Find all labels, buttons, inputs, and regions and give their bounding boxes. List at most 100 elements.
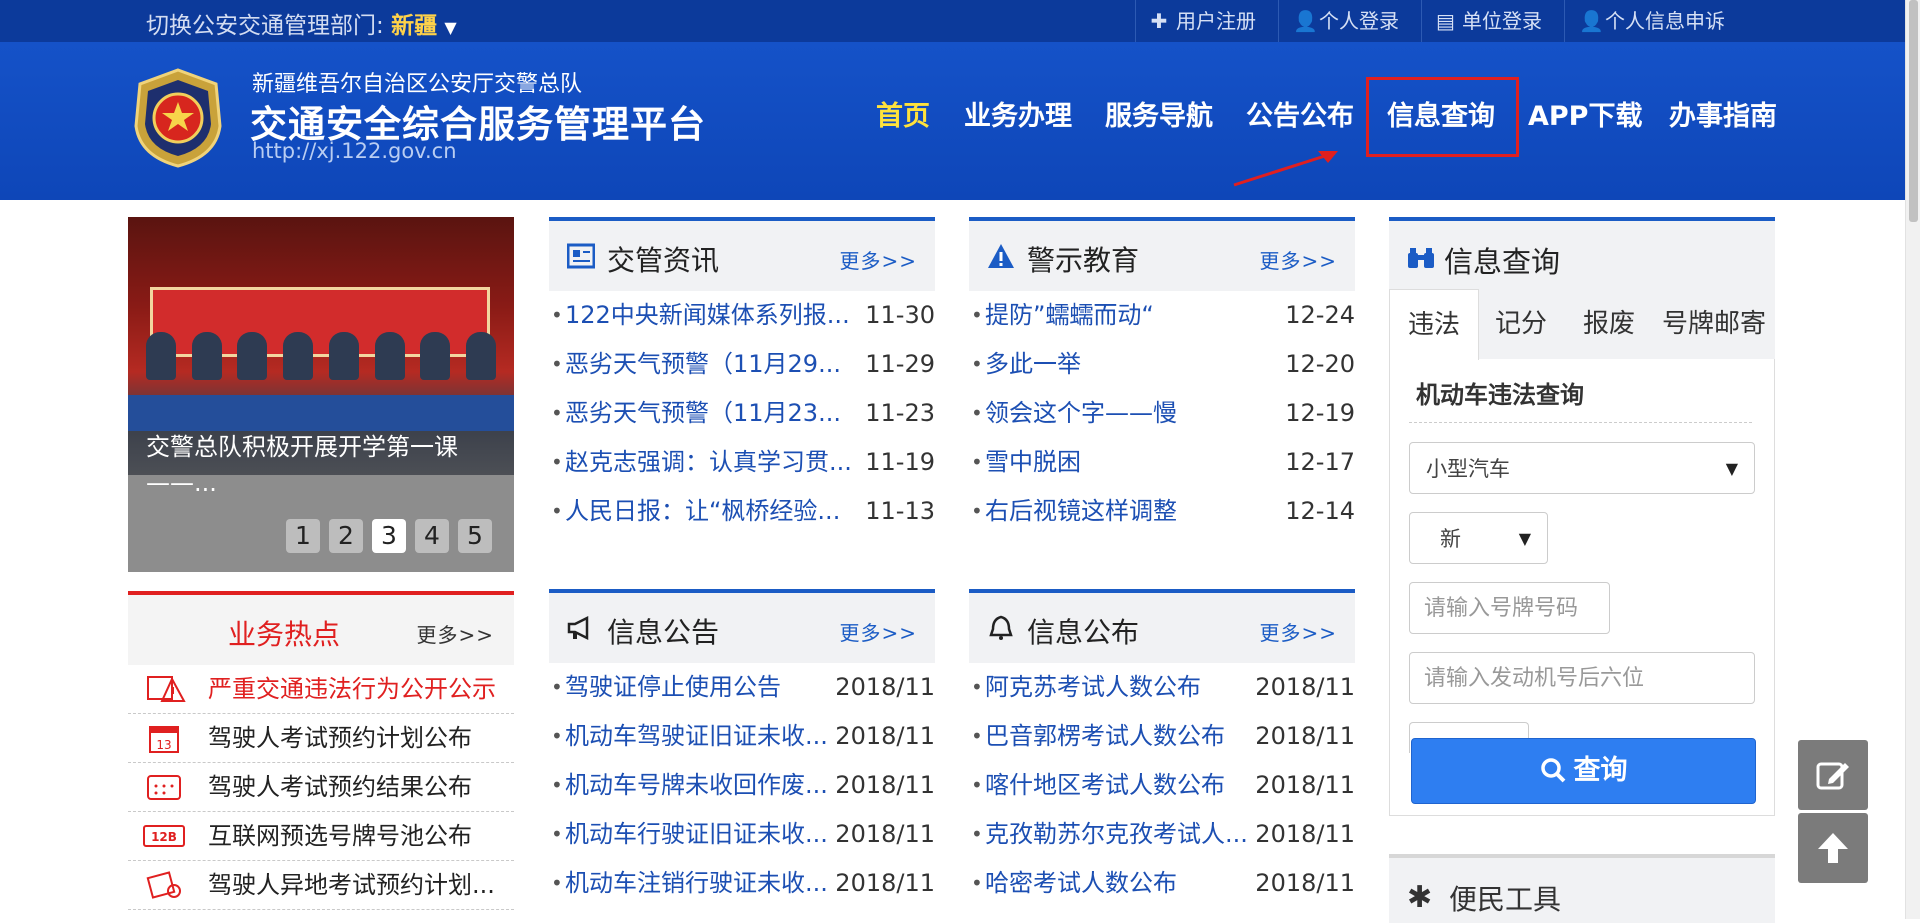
edit-icon <box>1816 762 1849 790</box>
more-link[interactable]: 更多>> <box>839 617 917 646</box>
list-item[interactable]: • 巴音郭楞考试人数公布 2018/11 <box>969 712 1355 761</box>
item-title: 驾驶人异地考试预约计划... <box>208 871 495 899</box>
more-link[interactable]: 更多>> <box>1259 617 1337 646</box>
list-item[interactable]: • 雪中脱困 12-17 <box>969 438 1355 487</box>
company-login-link[interactable]: ▤ 单位登录 <box>1421 0 1564 42</box>
item-date: 11-13 <box>865 497 935 525</box>
police-emblem-logo <box>134 68 222 168</box>
list-item[interactable]: 驾驶人异地考试预约计划... <box>128 861 514 910</box>
personal-login-link[interactable]: 👤个人登录 <box>1278 0 1421 42</box>
list-item[interactable]: • 机动车驾驶证旧证未收... 2018/11 <box>549 712 935 761</box>
slider-pagination: 1 2 3 4 5 <box>286 519 492 553</box>
slider-page-5[interactable]: 5 <box>458 519 492 553</box>
item-title: 雪中脱困 <box>985 448 1081 476</box>
tab-plate-mail[interactable]: 号牌邮寄 <box>1653 289 1775 359</box>
chevron-down-icon: ▼ <box>1518 529 1531 548</box>
list-item[interactable]: • 机动车号牌未收回作废... 2018/11 <box>549 761 935 810</box>
site-url: http://xj.122.gov.cn <box>252 139 457 163</box>
page-scrollbar[interactable] <box>1905 0 1920 919</box>
list-item[interactable]: • 机动车行驶证旧证未收... 2018/11 <box>549 810 935 859</box>
list-item[interactable]: • 克孜勒苏尔克孜考试人... 2018/11 <box>969 810 1355 859</box>
nav-home[interactable]: 首页 <box>876 94 930 133</box>
tab-scrap[interactable]: 报废 <box>1565 289 1653 359</box>
plate-prefix-select[interactable]: 新 ▼ <box>1409 512 1548 564</box>
search-icon <box>1540 758 1565 783</box>
list-item[interactable]: 13 驾驶人考试预约计划公布 <box>128 714 514 763</box>
item-title: 互联网预选号牌号池公布 <box>208 822 472 850</box>
item-title: 机动车注销行驶证未收... <box>565 869 828 897</box>
panel-title: 业务热点 <box>228 618 341 651</box>
item-title: 机动车行驶证旧证未收... <box>565 820 828 848</box>
news-list: • 提防”蠕蠕而动“ 12-24 • 多此一举 12-20 • 领会这个字——慢 12-19… <box>969 291 1355 536</box>
list-item[interactable]: • 机动车注销行驶证未收... 2018/11 <box>549 859 935 908</box>
panel-header: 业务热点 更多>> <box>128 591 514 665</box>
user-register-link[interactable]: ✚ 用户注册 <box>1135 0 1278 42</box>
list-item[interactable]: 12B 互联网预选号牌号池公布 <box>128 812 514 861</box>
list-item[interactable]: • 驾驶证停止使用公告 2018/11 <box>549 663 935 712</box>
slider-caption[interactable]: 交警总队积极开展开学第一课——... <box>146 429 496 501</box>
list-item[interactable]: 严重交通违法行为公开公示 <box>128 665 514 714</box>
engine-number-input[interactable]: 请输入发动机号后六位 <box>1409 652 1755 704</box>
slider-page-4[interactable]: 4 <box>415 519 449 553</box>
nav-guide[interactable]: 办事指南 <box>1669 94 1777 133</box>
highlight-box <box>1366 77 1519 157</box>
site-header: 新疆维吾尔自治区公安厅交警总队 交通安全综合服务管理平台 http://xj.1… <box>0 42 1905 200</box>
more-link[interactable]: 更多>> <box>839 245 917 274</box>
department-switcher[interactable]: 切换公安交通管理部门: 新疆 ▼ <box>146 6 457 40</box>
warning-icon <box>988 244 1014 268</box>
photo-table <box>128 395 514 431</box>
chevron-down-icon: ▼ <box>1725 459 1738 478</box>
list-item[interactable]: • 阿克苏考试人数公布 2018/11 <box>969 663 1355 712</box>
back-to-top-button[interactable] <box>1798 813 1868 883</box>
nav-app-download[interactable]: APP下载 <box>1528 94 1642 133</box>
tab-violation[interactable]: 违法 <box>1389 289 1479 360</box>
list-item[interactable]: 驾驶人考试预约结果公布 <box>128 763 514 812</box>
hot-business-panel: 业务热点 更多>> 严重交通违法行为公开公示 13 驾驶人考试预约计划公布 驾驶… <box>128 591 514 910</box>
more-link[interactable]: 更多>> <box>1259 245 1337 274</box>
more-link[interactable]: 更多>> <box>416 619 494 648</box>
feedback-button[interactable] <box>1798 740 1868 810</box>
violation-icon <box>147 676 186 702</box>
info-appeal-link[interactable]: 👤个人信息申诉 <box>1564 0 1747 42</box>
list-item[interactable]: • 恶劣天气预警（11月23... 11-23 <box>549 389 935 438</box>
panel-title: 交管资讯 <box>607 244 720 277</box>
tab-points[interactable]: 记分 <box>1477 289 1565 359</box>
slider-page-3[interactable]: 3 <box>372 519 406 553</box>
item-date: 2018/11 <box>835 673 935 701</box>
query-tabs: 违法 记分 报废 号牌邮寄 <box>1389 289 1775 360</box>
slider-page-2[interactable]: 2 <box>329 519 363 553</box>
list-item[interactable]: • 122中央新闻媒体系列报... 11-30 <box>549 291 935 340</box>
item-title: 机动车号牌未收回作废... <box>565 771 828 799</box>
nav-service-guide[interactable]: 服务导航 <box>1105 94 1213 133</box>
item-title: 驾驶人考试预约计划公布 <box>208 724 472 752</box>
user-icon: 👤 <box>1579 9 1604 33</box>
item-date: 12-17 <box>1285 448 1355 476</box>
news-slider[interactable]: 交警总队积极开展开学第一课——... 1 2 3 4 5 <box>128 217 514 572</box>
list-item[interactable]: • 喀什地区考试人数公布 2018/11 <box>969 761 1355 810</box>
vehicle-type-select[interactable]: 小型汽车 ▼ <box>1409 442 1755 494</box>
item-title: 驾驶证停止使用公告 <box>565 673 781 701</box>
chevron-down-icon: ▼ <box>444 18 457 37</box>
scrollbar-thumb[interactable] <box>1909 0 1918 222</box>
list-item[interactable]: • 哈密考试人数公布 2018/11 <box>969 859 1355 908</box>
query-button[interactable]: 查询 <box>1411 738 1756 804</box>
list-item[interactable]: • 多此一举 12-20 <box>969 340 1355 389</box>
account-links: ✚ 用户注册 👤个人登录 ▤ 单位登录 👤个人信息申诉 <box>1135 0 1747 42</box>
list-item[interactable]: • 赵克志强调：认真学习贯... 11-19 <box>549 438 935 487</box>
slider-page-1[interactable]: 1 <box>286 519 320 553</box>
list-item[interactable]: • 领会这个字——慢 12-19 <box>969 389 1355 438</box>
publish-list: • 阿克苏考试人数公布 2018/11 • 巴音郭楞考试人数公布 2018/11 • 喀什… <box>969 663 1355 908</box>
list-item[interactable]: • 人民日报：让“枫桥经验... 11-13 <box>549 487 935 536</box>
nav-announcements[interactable]: 公告公布 <box>1246 94 1354 133</box>
department-label: 切换公安交通管理部门: <box>146 13 392 39</box>
nav-business[interactable]: 业务办理 <box>964 94 1072 133</box>
building-icon: ▤ <box>1436 9 1455 33</box>
list-item[interactable]: • 右后视镜这样调整 12-14 <box>969 487 1355 536</box>
list-item[interactable]: • 提防”蠕蠕而动“ 12-24 <box>969 291 1355 340</box>
query-form: 机动车违法查询 小型汽车 ▼ 新 ▼ 请输入号牌号码 请输入发动机号后六位 查询 <box>1389 359 1775 816</box>
item-title: 驾驶人考试预约结果公布 <box>208 773 472 801</box>
list-item[interactable]: • 恶劣天气预警（11月29... 11-29 <box>549 340 935 389</box>
plate-number-input[interactable]: 请输入号牌号码 <box>1409 582 1610 634</box>
item-date: 2018/11 <box>835 722 935 750</box>
item-title: 机动车驾驶证旧证未收... <box>565 722 828 750</box>
